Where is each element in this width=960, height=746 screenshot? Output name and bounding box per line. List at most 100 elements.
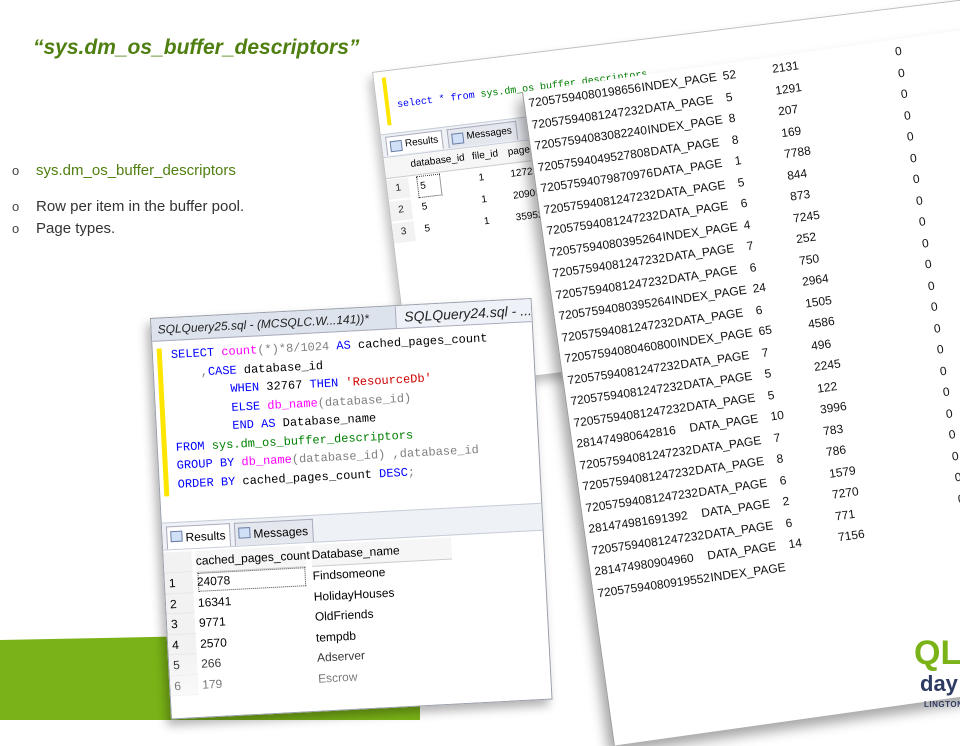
cell-is-modified[interactable]: 0 — [956, 488, 960, 510]
cell-row-count[interactable]: 14 — [787, 533, 803, 556]
cell-free-space[interactable]: 2245 — [813, 353, 842, 378]
cell-is-modified[interactable]: 0 — [897, 62, 907, 84]
bullet-item: o sys.dm_os_buffer_descriptors — [12, 160, 244, 182]
tab-results[interactable]: Results — [165, 523, 232, 550]
bullet-marker: o — [12, 163, 20, 178]
cell-row-count[interactable]: 10 — [769, 405, 785, 428]
editor-change-marker — [381, 77, 392, 126]
cell-is-modified[interactable]: 0 — [924, 254, 934, 276]
cell-is-modified[interactable]: 0 — [950, 445, 960, 467]
cell-is-modified[interactable]: 0 — [912, 169, 922, 191]
cell-database-id[interactable]: 5 — [421, 197, 429, 218]
cell-free-space[interactable]: 7788 — [783, 140, 812, 165]
cell-free-space[interactable]: 4586 — [807, 311, 836, 336]
bullet-text: Row per item in the buffer pool. — [36, 198, 245, 215]
cell-is-modified[interactable]: 0 — [939, 360, 949, 382]
cell-row-count[interactable]: 6 — [778, 470, 788, 492]
cell-row-count[interactable]: 52 — [721, 64, 737, 87]
cell-free-space[interactable]: 771 — [834, 503, 857, 527]
cell-free-space[interactable]: 169 — [780, 120, 803, 144]
tab-sqlquery25[interactable]: SQLQuery25.sql - (MCSQLC.W...141))* — [157, 312, 369, 337]
logo-mark: QL — [914, 634, 960, 672]
cell-row-count[interactable]: 7 — [745, 235, 755, 257]
cell-free-space[interactable]: 7270 — [831, 481, 860, 506]
cell-row-count[interactable]: 6 — [748, 257, 758, 279]
cell-row-count[interactable]: 8 — [727, 108, 737, 130]
tab-messages[interactable]: Messages — [233, 518, 314, 546]
cell-free-space[interactable]: 844 — [786, 163, 809, 187]
cell-free-space[interactable]: 496 — [810, 333, 833, 357]
query-editor[interactable]: SELECT count(*)*8/1024 AS cached_pages_c… — [170, 329, 494, 493]
cell-free-space[interactable]: 873 — [789, 184, 812, 208]
cell-row-count[interactable]: 7 — [772, 427, 782, 449]
cell-free-space[interactable]: 786 — [825, 439, 848, 463]
sqlday-logo: QL day LINGTON — [858, 628, 960, 720]
cell-file-id[interactable]: 1 — [480, 190, 488, 211]
cell-free-space[interactable]: 3996 — [819, 396, 848, 421]
row-number: 1 — [386, 177, 411, 200]
row-number: 2 — [388, 199, 414, 222]
cell-is-modified[interactable]: 0 — [933, 318, 943, 340]
cell-row-count[interactable]: 65 — [757, 320, 773, 343]
cell-file-id[interactable]: 1 — [478, 168, 486, 189]
cell-row-count[interactable]: 6 — [739, 193, 749, 215]
cell-row-count[interactable]: 8 — [730, 129, 740, 151]
cell-row-count[interactable]: 6 — [784, 512, 794, 534]
cell-database-id[interactable]: 5 — [423, 219, 431, 240]
cell-file-id[interactable]: 1 — [483, 212, 491, 233]
cell-row-count[interactable]: 24 — [751, 277, 767, 300]
cell-free-space[interactable]: 7245 — [792, 204, 821, 229]
cell-free-space[interactable]: 7156 — [837, 524, 866, 549]
cell-row-count[interactable]: 5 — [766, 384, 776, 406]
bullet-text: Page types. — [36, 220, 116, 237]
cell-row-count[interactable]: 4 — [742, 214, 752, 236]
cell-row-count[interactable]: 7 — [760, 342, 770, 364]
cell-is-modified[interactable]: 0 — [906, 126, 916, 148]
cell-row-count[interactable]: 5 — [736, 172, 746, 194]
tab-sqlquery24[interactable]: SQLQuery24.sql - ... — [394, 298, 541, 329]
cell-free-space[interactable]: 750 — [798, 248, 821, 272]
cell-is-modified[interactable]: 0 — [942, 382, 952, 404]
cell-is-modified[interactable]: 0 — [936, 339, 946, 361]
cell-is-modified[interactable]: 0 — [953, 467, 960, 489]
bullet-list: o sys.dm_os_buffer_descriptors o Row per i… — [12, 160, 244, 240]
messages-icon — [238, 527, 251, 539]
messages-icon — [451, 132, 465, 145]
cell-row-count[interactable]: 5 — [724, 86, 734, 108]
cell-is-modified[interactable]: 0 — [894, 41, 904, 63]
cell-row-count[interactable]: 1 — [733, 150, 743, 172]
bullet-item: o Row per item in the buffer pool. — [12, 196, 244, 218]
cell-free-space[interactable]: 252 — [795, 227, 818, 251]
cell-is-modified[interactable]: 0 — [918, 211, 928, 233]
bullet-text: sys.dm_os_buffer_descriptors — [36, 162, 236, 179]
row-number: 2 — [165, 592, 195, 615]
cell-free-space[interactable]: 207 — [777, 99, 800, 123]
row-number-header — [163, 551, 193, 574]
cell-row-count[interactable]: 5 — [763, 363, 773, 385]
cell-free-space[interactable]: 1291 — [774, 77, 803, 102]
cell-is-modified[interactable]: 0 — [927, 275, 937, 297]
cell-free-space[interactable]: 783 — [822, 418, 845, 442]
bullet-marker: o — [12, 199, 20, 214]
cell-is-modified[interactable]: 0 — [930, 296, 940, 318]
editor-change-marker — [156, 348, 170, 497]
cell-row-count[interactable]: 8 — [775, 448, 785, 470]
cell-is-modified[interactable]: 0 — [944, 403, 954, 425]
cell-row-count[interactable]: 6 — [754, 299, 764, 321]
col-header[interactable]: file_id — [471, 144, 499, 167]
cell-row-count[interactable]: 2 — [781, 491, 791, 513]
row-number: 3 — [166, 613, 196, 636]
cell-free-space[interactable]: 122 — [816, 376, 839, 400]
cell-database-id[interactable]: 5 — [416, 173, 443, 199]
grid-icon — [389, 139, 403, 153]
cell-is-modified[interactable]: 0 — [900, 83, 910, 105]
cell-is-modified[interactable]: 0 — [947, 424, 957, 446]
slide-title: “sys.dm_os_buffer_descriptors” — [33, 36, 360, 59]
row-number: 3 — [391, 221, 416, 244]
cell-is-modified[interactable]: 0 — [915, 190, 925, 212]
query-window-cached-pages: SQLQuery25.sql - (MCSQLC.W...141))* SQLQ… — [150, 298, 553, 720]
cell-is-modified[interactable]: 0 — [909, 147, 919, 169]
cell-is-modified[interactable]: 0 — [903, 105, 913, 127]
grid-icon — [170, 530, 183, 543]
cell-is-modified[interactable]: 0 — [921, 232, 931, 254]
